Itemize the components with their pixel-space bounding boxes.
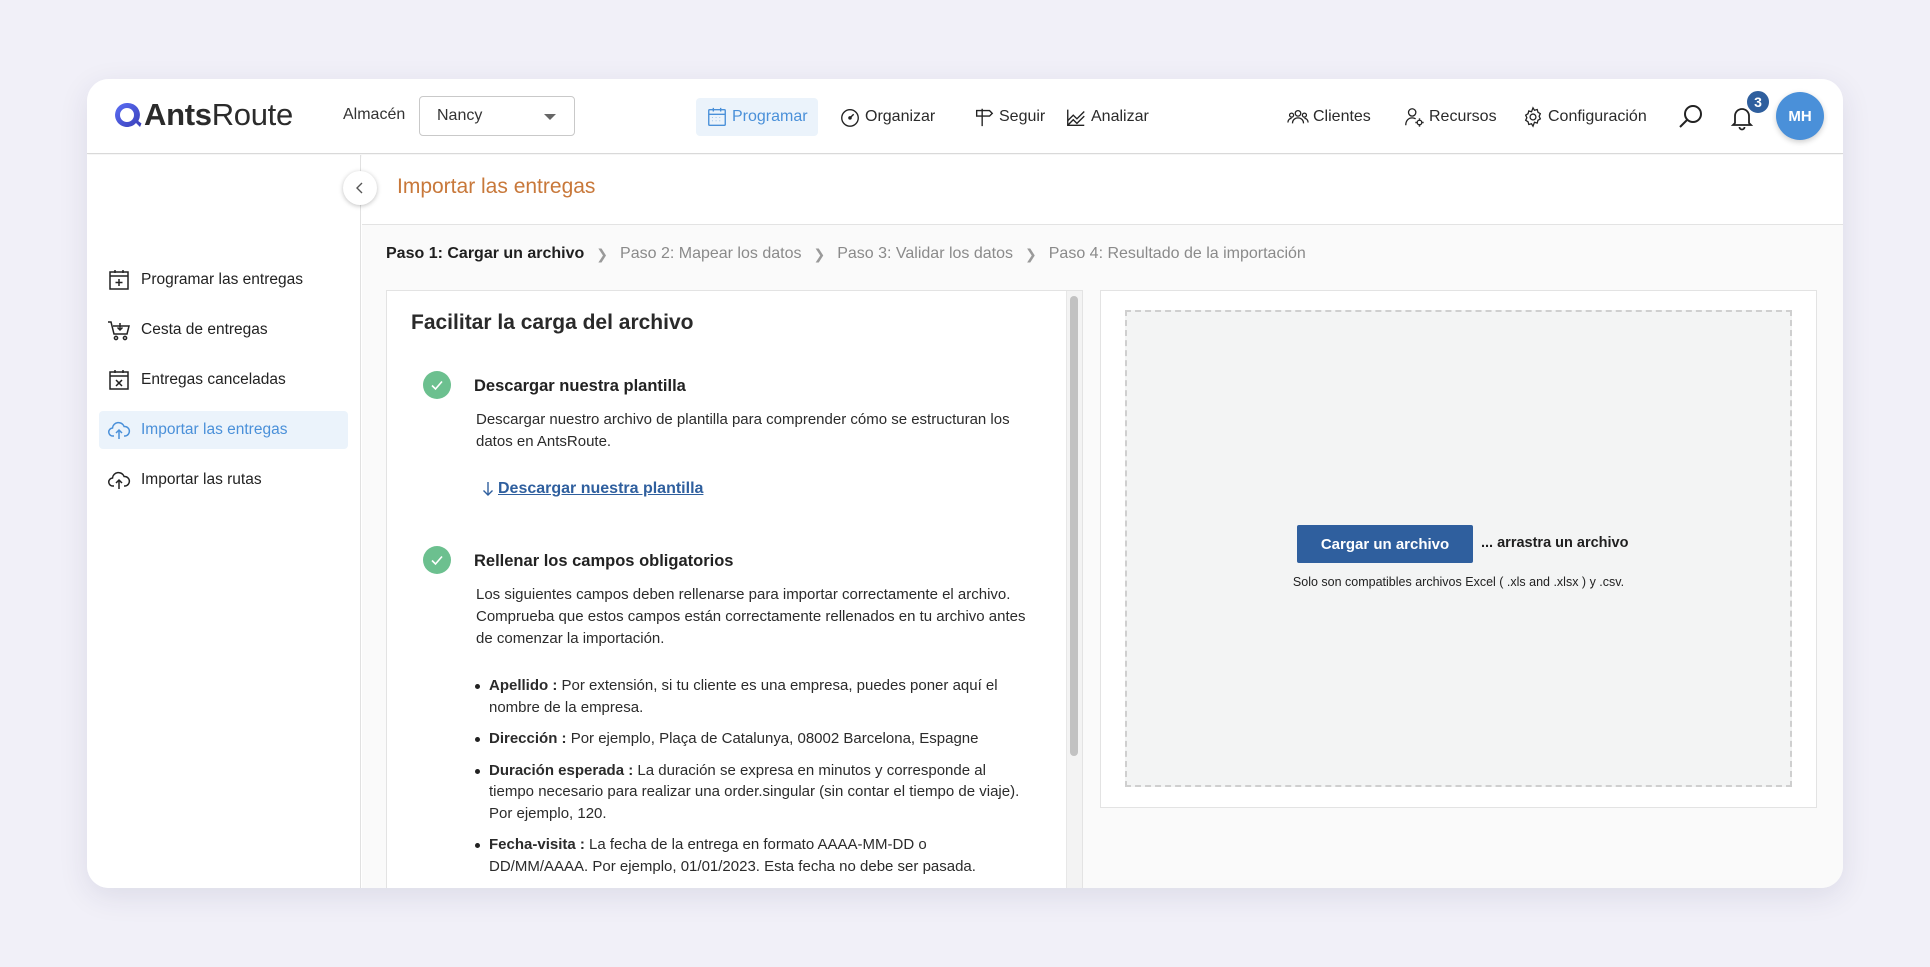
list-item: Duración esperada : La duración se expre… [475,760,1025,825]
sidebar-item-label: Importar las rutas [141,471,262,488]
warehouse-label: Almacén [343,106,406,123]
sidebar-item-importar-rutas[interactable]: Importar las rutas [99,461,348,499]
calendar-x-icon [109,370,129,390]
guide-card: Facilitar la carga del archivo Descargar… [386,290,1083,888]
chart-icon [1067,109,1085,126]
download-arrow-icon [483,482,493,496]
scrollbar[interactable] [1066,291,1082,888]
check-icon [423,546,451,574]
signpost-icon [975,108,994,127]
caret-down-icon [544,114,556,120]
field-name: Fecha-visita : [489,836,585,853]
sidebar: Programar las entregas Cesta de entregas… [87,155,361,888]
section1-text: Descargar nuestro archivo de plantilla p… [476,411,1010,450]
cart-icon [108,321,130,341]
guide-title: Facilitar la carga del archivo [411,311,694,334]
upload-file-button[interactable]: Cargar un archivo [1297,525,1473,563]
stepper: Paso 1: Cargar un archivo ❯ Paso 2: Mape… [386,245,1306,263]
chevron-right-icon: ❯ [1025,245,1037,262]
nav-recursos[interactable]: Recursos [1393,98,1507,136]
warehouse-value: Nancy [437,107,483,124]
cloud-upload-icon [108,471,131,489]
avatar[interactable]: MH [1776,92,1824,140]
drag-text: ... arrastra un archivo [1481,535,1629,551]
list-item: Apellido : Por extensión, si tu cliente … [475,675,1025,718]
field-name: Duración esperada : [489,761,634,779]
sidebar-item-canceladas[interactable]: Entregas canceladas [99,361,348,399]
nav-configuracion[interactable]: Configuración [1512,98,1657,136]
clients-icon [1287,109,1309,124]
nav-configuracion-label: Configuración [1548,108,1647,125]
file-dropzone[interactable]: Cargar un archivo ... arrastra un archiv… [1125,310,1792,787]
calendar-icon [708,107,726,126]
nav-programar[interactable]: Programar [696,98,818,136]
step-1: Paso 1: Cargar un archivo [386,245,585,262]
speedometer-icon [841,108,859,127]
nav-seguir-label: Seguir [999,108,1046,125]
sidebar-item-programar[interactable]: Programar las entregas [99,261,348,299]
download-template-link[interactable]: Descargar nuestra plantilla [482,480,703,498]
section2-text: Los siguientes campos deben rellenarse p… [476,586,1026,647]
list-item: Fecha-visita : La fecha de la entrega en… [475,834,1025,877]
step-4: Paso 4: Resultado de la importación [1048,245,1306,262]
notification-badge: 3 [1745,89,1771,115]
sidebar-item-label: Cesta de entregas [141,321,268,338]
chevron-right-icon: ❯ [596,245,609,262]
gear-icon [1524,106,1542,128]
sidebar-item-label: Entregas canceladas [141,371,286,388]
page-header: Importar las entregas [362,155,1843,225]
scrollbar-thumb[interactable] [1070,296,1078,756]
download-template-label: Descargar nuestra plantilla [498,480,704,497]
sidebar-item-label: Programar las entregas [141,271,303,288]
sidebar-item-label: Importar las entregas [141,421,288,438]
cloud-upload-icon [108,421,131,439]
section2-title: Rellenar los campos obligatorios [474,552,734,570]
nav-organizar-label: Organizar [865,108,936,125]
nav-analizar[interactable]: Analizar [1055,98,1159,136]
field-desc: Por ejemplo, Plaça de Catalunya, 08002 B… [566,730,979,747]
upload-card: Cargar un archivo ... arrastra un archiv… [1100,290,1817,808]
nav-programar-label: Programar [732,108,808,125]
resources-icon [1405,108,1424,127]
logo[interactable]: AntsRoute [112,97,293,133]
chevron-left-icon [356,182,363,194]
warehouse-select[interactable]: Nancy [419,96,575,136]
compat-text: Solo son compatibles archivos Excel ( .x… [1292,575,1625,589]
sidebar-item-importar-entregas[interactable]: Importar las entregas [99,411,348,449]
section1-title: Descargar nuestra plantilla [474,377,686,395]
collapse-sidebar-button[interactable] [343,171,377,205]
page-title: Importar las entregas [397,175,596,198]
main-content: Importar las entregas Paso 1: Cargar un … [362,155,1843,888]
logo-text-part2: Route [211,97,294,132]
app-window: AntsRoute Almacén Nancy Programar Organi… [87,79,1843,888]
step-3: Paso 3: Validar los datos [837,245,1014,262]
nav-clientes-label: Clientes [1313,108,1371,125]
step-2: Paso 2: Mapear los datos [620,245,802,262]
sidebar-item-cesta[interactable]: Cesta de entregas [99,311,348,349]
nav-clientes[interactable]: Clientes [1277,98,1381,136]
field-name: Apellido : [489,677,558,694]
search-icon[interactable] [1677,103,1705,131]
nav-seguir[interactable]: Seguir [963,98,1055,136]
chevron-right-icon: ❯ [813,245,826,262]
nav-analizar-label: Analizar [1091,108,1149,125]
required-fields-list: Apellido : Por extensión, si tu cliente … [475,675,1025,887]
field-desc: Por extensión, si tu cliente es una empr… [489,677,998,716]
list-item: Dirección : Por ejemplo, Plaça de Catalu… [475,728,1025,750]
antsroute-logo-icon [115,102,142,127]
check-icon [423,371,451,399]
nav-recursos-label: Recursos [1429,108,1497,125]
field-name: Dirección : [489,730,567,747]
calendar-plus-icon [109,270,129,290]
logo-text-part1: Ants [144,97,212,132]
top-bar: AntsRoute Almacén Nancy Programar Organi… [87,79,1843,154]
nav-organizar[interactable]: Organizar [829,98,945,136]
